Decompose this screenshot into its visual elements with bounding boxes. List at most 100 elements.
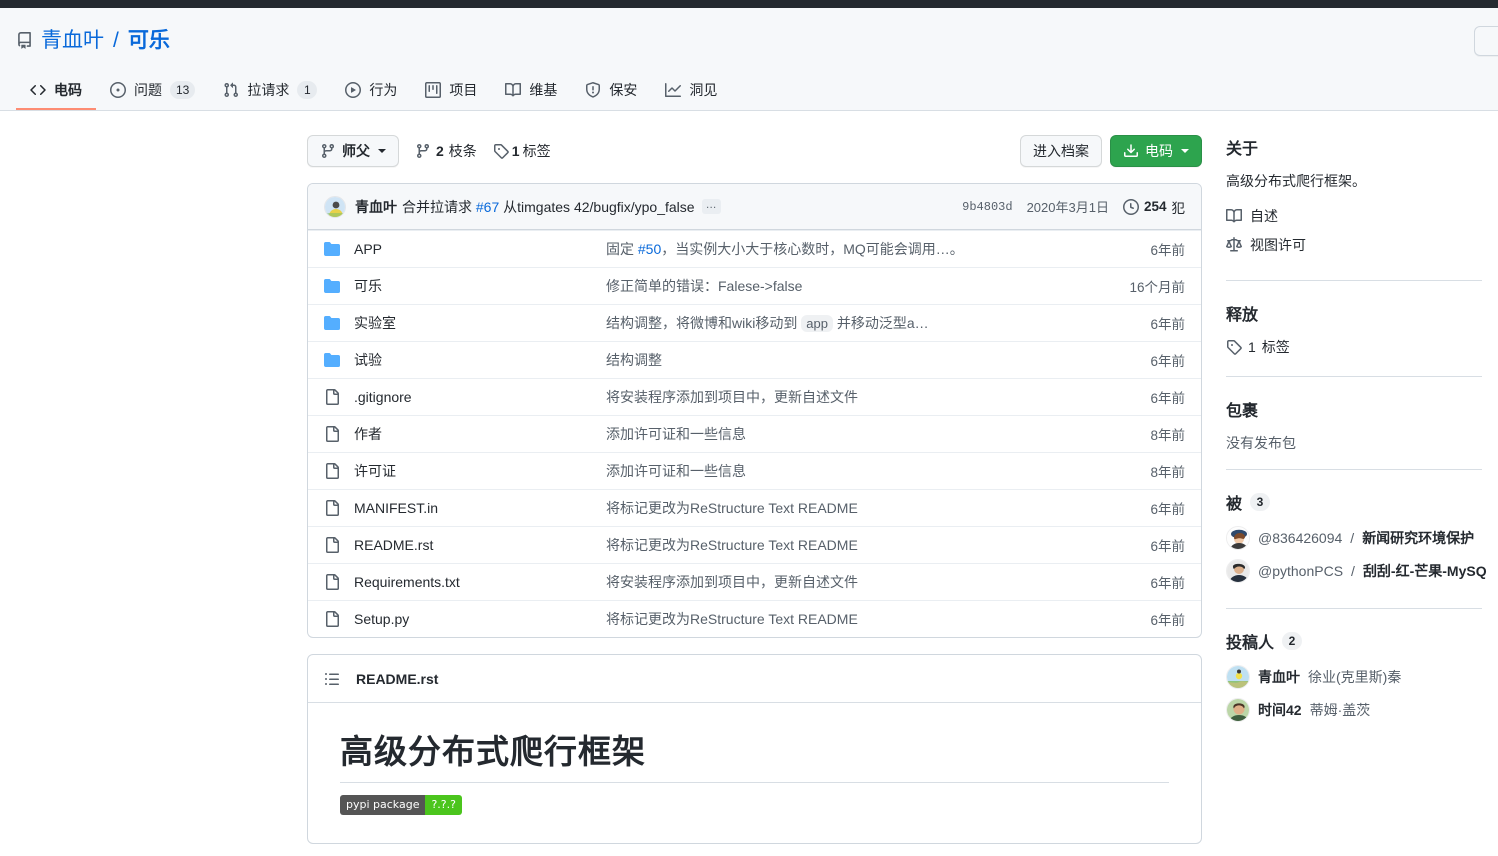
table-row[interactable]: 作者 添加许可证和一些信息 8年前 xyxy=(308,415,1201,452)
file-name-link[interactable]: 实验室 xyxy=(354,313,606,333)
table-row[interactable]: 实验室 结构调整，将微博和wiki移动到 app 并移动泛型a… 6年前 xyxy=(308,304,1201,341)
file-name-link[interactable]: .gitignore xyxy=(354,389,606,405)
tab-actions[interactable]: 行为 xyxy=(331,72,411,110)
breadcrumb-owner-link[interactable]: 青血叶 xyxy=(41,30,104,51)
tab-pull-requests[interactable]: 拉请求 1 xyxy=(209,72,331,110)
table-row[interactable]: MANIFEST.in 将标记更改为ReStructure Text READM… xyxy=(308,489,1201,526)
table-row[interactable]: APP 固定 #50，当实例大小大于核心数时，MQ可能会调用…。 6年前 xyxy=(308,230,1201,267)
msg-part-1: 固定 xyxy=(606,241,638,257)
commits-count: 254 xyxy=(1143,199,1167,214)
file-commit-time: 8年前 xyxy=(1150,428,1185,443)
law-icon xyxy=(1226,237,1242,253)
code-download-button[interactable]: 电码 xyxy=(1110,135,1202,167)
list-unordered-icon[interactable] xyxy=(324,671,340,687)
file-name-link[interactable]: 试验 xyxy=(354,350,606,370)
table-row[interactable]: Requirements.txt 将安装程序添加到项目中，更新自述文件 6年前 xyxy=(308,563,1201,600)
commit-message-suffix: 从timgates 42/bugfix/ypo_false xyxy=(503,198,695,215)
commit-author-link[interactable]: 青血叶 xyxy=(355,197,397,217)
license-sidebar-label: 视图许可 xyxy=(1250,237,1306,253)
file-commit-message[interactable]: 结构调整 xyxy=(606,350,1134,370)
file-name-link[interactable]: 作者 xyxy=(354,424,606,444)
tab-insights[interactable]: 洞见 xyxy=(651,72,731,110)
breadcrumb-repo-link[interactable]: 可乐 xyxy=(128,30,170,51)
fork-separator: / xyxy=(1351,563,1355,579)
avatar xyxy=(1226,665,1250,689)
watch-star-button-partial[interactable] xyxy=(1474,26,1498,56)
commit-pr-link[interactable]: #67 xyxy=(476,199,499,215)
project-icon xyxy=(425,82,442,98)
file-name-link[interactable]: Setup.py xyxy=(354,611,606,627)
go-to-file-button[interactable]: 进入档案 xyxy=(1020,135,1102,167)
contributor-realname: 徐业(克里斯)秦 xyxy=(1308,669,1402,685)
branches-label: 枝条 xyxy=(448,143,477,159)
list-item[interactable]: @836426094 / 新闻研究环境保护 xyxy=(1226,526,1482,550)
list-item[interactable]: @pythonPCS / 刮刮-红-芒果-MySQ xyxy=(1226,559,1487,583)
file-commit-message[interactable]: 添加许可证和一些信息 xyxy=(606,424,1134,444)
file-commit-message[interactable]: 将安装程序添加到项目中，更新自述文件 xyxy=(606,572,1134,592)
file-commit-message[interactable]: 修正简单的错误：Falese->false xyxy=(606,276,1113,296)
file-commit-time: 6年前 xyxy=(1150,317,1185,332)
tab-projects[interactable]: 项目 xyxy=(411,72,491,110)
file-commit-message[interactable]: 将安装程序添加到项目中，更新自述文件 xyxy=(606,387,1134,407)
msg-part-2: ，当实例大小大于核心数时，MQ可能会调用…。 xyxy=(661,241,964,257)
tab-issues[interactable]: 问题 13 xyxy=(96,72,209,110)
issue-opened-icon xyxy=(110,82,126,98)
table-row[interactable]: README.rst 将标记更改为ReStructure Text README… xyxy=(308,526,1201,563)
table-row[interactable]: 可乐 修正简单的错误：Falese->false 16个月前 xyxy=(308,267,1201,304)
fork-separator: / xyxy=(1350,530,1355,546)
tab-actions-label: 行为 xyxy=(369,82,398,98)
branches-link[interactable]: 2 枝条 xyxy=(415,141,477,161)
contributor-username: 时间42 xyxy=(1258,702,1302,718)
table-row[interactable]: 许可证 添加许可证和一些信息 8年前 xyxy=(308,452,1201,489)
tab-code[interactable]: 电码 xyxy=(16,72,96,110)
commit-date: 2020年3月1日 xyxy=(1026,200,1109,215)
file-commit-message[interactable]: 添加许可证和一些信息 xyxy=(606,461,1134,481)
pypi-package-badge[interactable]: pypi package ?.?.? xyxy=(340,795,462,816)
file-commit-message[interactable]: 将标记更改为ReStructure Text README xyxy=(606,609,1134,629)
table-row[interactable]: Setup.py 将标记更改为ReStructure Text README 6… xyxy=(308,600,1201,637)
file-name-link[interactable]: 可乐 xyxy=(354,276,606,296)
file-commit-message[interactable]: 将标记更改为ReStructure Text README xyxy=(606,498,1134,518)
graph-icon xyxy=(665,82,682,98)
file-icon xyxy=(324,463,346,479)
commit-message-prefix: 合并拉请求 xyxy=(402,198,472,215)
license-sidebar-link[interactable]: 视图许可 xyxy=(1226,235,1482,255)
folder-icon xyxy=(324,241,346,257)
releases-tag-link[interactable]: 1 标签 xyxy=(1226,337,1290,357)
commits-label: 犯 xyxy=(1171,200,1186,216)
expand-commit-message-button[interactable]: … xyxy=(701,199,721,214)
tags-count: 1 xyxy=(511,143,520,159)
issue-link[interactable]: #50 xyxy=(638,241,661,257)
tab-security[interactable]: 保安 xyxy=(571,72,651,110)
tab-wiki[interactable]: 维基 xyxy=(491,72,571,110)
table-row[interactable]: .gitignore 将安装程序添加到项目中，更新自述文件 6年前 xyxy=(308,378,1201,415)
folder-icon xyxy=(324,352,346,368)
file-commit-time: 6年前 xyxy=(1150,354,1185,369)
file-name-link[interactable]: APP xyxy=(354,241,606,257)
file-name-link[interactable]: MANIFEST.in xyxy=(354,500,606,516)
commit-message[interactable]: 合并拉请求 #67 从timgates 42/bugfix/ypo_false xyxy=(402,197,695,217)
toolbar-right-actions: 进入档案 电码 xyxy=(1020,135,1202,167)
contributor-realname: 蒂姆·盖茨 xyxy=(1309,702,1371,718)
latest-commit-bar: 青血叶 合并拉请求 #67 从timgates 42/bugfix/ypo_fa… xyxy=(308,184,1201,230)
file-name-link[interactable]: Requirements.txt xyxy=(354,574,606,590)
table-row[interactable]: 试验 结构调整 6年前 xyxy=(308,341,1201,378)
tags-link[interactable]: 1 标签 xyxy=(493,141,551,161)
chevron-down-icon xyxy=(1181,149,1189,153)
commits-history-link[interactable]: 254 犯 xyxy=(1122,197,1186,217)
list-item[interactable]: 青血叶 徐业(克里斯)秦 xyxy=(1226,665,1482,689)
file-name-link[interactable]: README.rst xyxy=(354,537,606,553)
file-name-link[interactable]: 许可证 xyxy=(354,461,606,481)
file-commit-message[interactable]: 固定 #50，当实例大小大于核心数时，MQ可能会调用…。 xyxy=(606,239,1134,259)
file-commit-message[interactable]: 结构调整，将微博和wiki移动到 app 并移动泛型a… xyxy=(606,313,1134,333)
list-item[interactable]: 时间42 蒂姆·盖茨 xyxy=(1226,698,1482,722)
file-commit-message[interactable]: 将标记更改为ReStructure Text README xyxy=(606,535,1134,555)
branch-selector-button[interactable]: 师父 xyxy=(307,135,399,167)
commit-sha[interactable]: 9b4803d xyxy=(962,200,1012,214)
tab-projects-label: 项目 xyxy=(449,82,478,98)
readme-sidebar-link[interactable]: 自述 xyxy=(1226,206,1482,226)
fork-name: 新闻研究环境保护 xyxy=(1362,530,1475,546)
contributor-username: 青血叶 xyxy=(1258,669,1300,685)
fork-owner: @pythonPCS xyxy=(1258,563,1344,579)
repository-sidebar: 关于 高级分布式爬行框架。 自述 视图许可 释放 1 标签 包裹 没有发布包 被… xyxy=(1226,135,1487,844)
